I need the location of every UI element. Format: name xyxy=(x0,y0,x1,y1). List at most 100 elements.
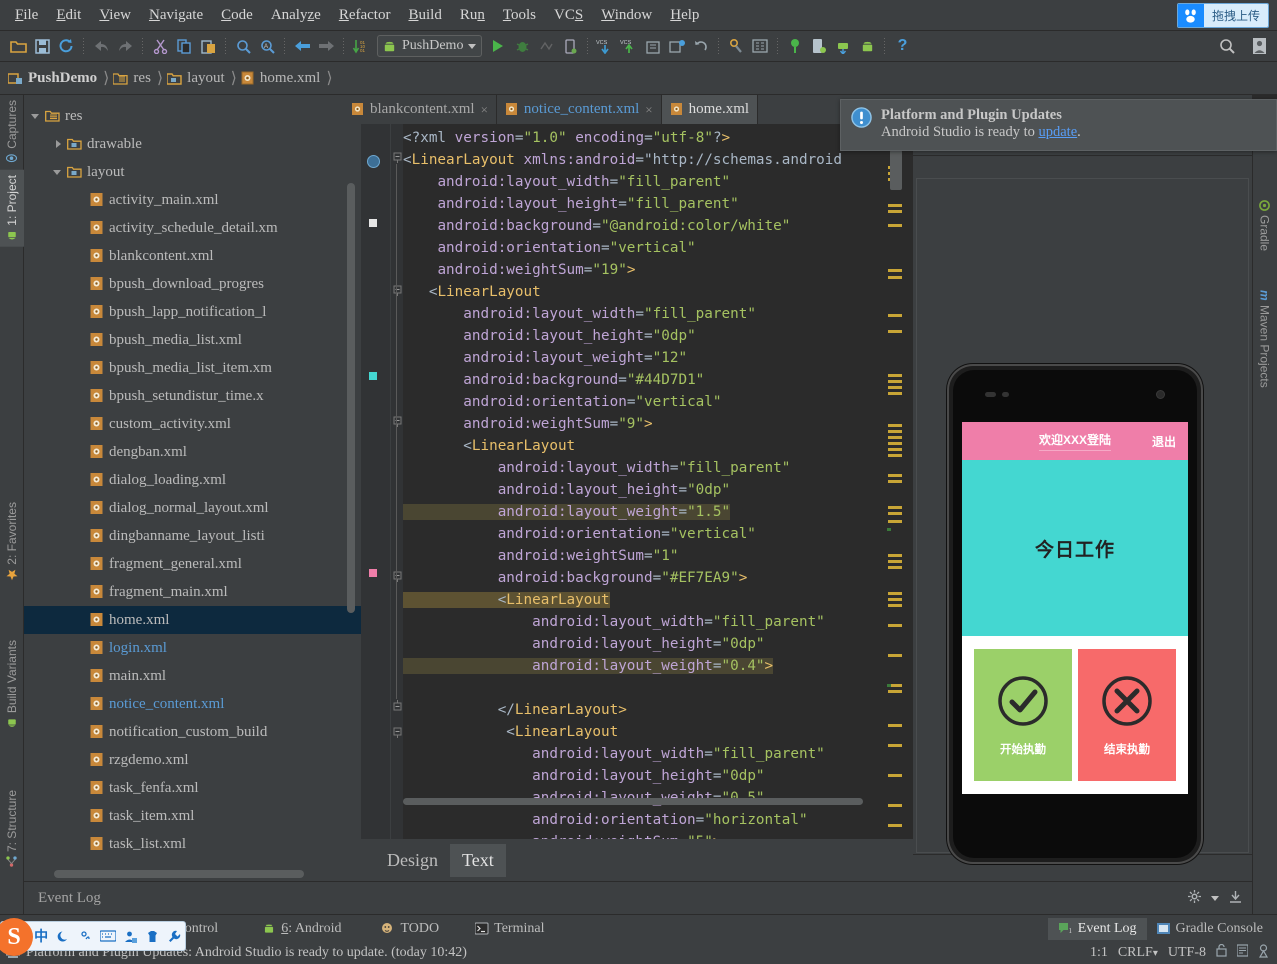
editor-warning-marker[interactable] xyxy=(888,560,902,563)
tree-item[interactable]: activity_schedule_detail.xm xyxy=(24,214,361,242)
forward-icon[interactable] xyxy=(315,35,337,57)
tree-item[interactable]: rzgdemo.xml xyxy=(24,746,361,774)
editor-warning-marker[interactable] xyxy=(888,330,902,333)
editor-warning-marker[interactable] xyxy=(888,520,902,523)
vcs-commit-icon[interactable]: VCS xyxy=(618,35,640,57)
tree-item[interactable]: dingbanname_layout_listi xyxy=(24,522,361,550)
tree-item[interactable]: notification_custom_build xyxy=(24,718,361,746)
chevron-down-icon[interactable] xyxy=(468,43,477,49)
editor-warning-marker[interactable] xyxy=(888,269,902,272)
ime-toolbar[interactable]: S 中 xyxy=(0,918,186,956)
editor-warning-marker[interactable] xyxy=(888,592,902,595)
editor-warning-marker[interactable] xyxy=(888,804,902,807)
editor-warning-marker[interactable] xyxy=(888,454,902,457)
save-all-icon[interactable] xyxy=(31,35,53,57)
start-duty-button[interactable]: 开始执勤 xyxy=(974,649,1072,781)
lock-icon[interactable] xyxy=(1216,943,1227,962)
class-marker-icon[interactable] xyxy=(367,155,380,168)
tab-text[interactable]: Text xyxy=(450,843,506,877)
undo-icon[interactable] xyxy=(90,35,112,57)
sync-icon[interactable] xyxy=(55,35,77,57)
tree-item[interactable]: bpush_lapp_notification_l xyxy=(24,298,361,326)
sidebar-item-maven[interactable]: m Maven Projects xyxy=(1252,285,1277,392)
line-separator[interactable]: CRLF▾ xyxy=(1118,945,1158,961)
color-swatch-teal[interactable] xyxy=(369,372,377,380)
menu-navigate[interactable]: Navigate xyxy=(140,4,212,27)
twisty-open-icon[interactable] xyxy=(30,110,43,123)
sidebar-item-gradle[interactable]: Gradle xyxy=(1252,195,1277,256)
editor-tab-notice-content[interactable]: notice_content.xml × xyxy=(497,95,662,124)
tree-item[interactable]: activity_main.xml xyxy=(24,186,361,214)
color-swatch-pink[interactable] xyxy=(369,569,377,577)
editor-gutter[interactable] xyxy=(361,124,391,849)
tree-item[interactable]: dialog_loading.xml xyxy=(24,466,361,494)
breadcrumb-item-layout[interactable]: layout xyxy=(167,70,229,87)
breadcrumb-item-res[interactable]: res xyxy=(113,70,155,87)
tree-item[interactable]: dialog_normal_layout.xml xyxy=(24,494,361,522)
editor-warning-marker[interactable] xyxy=(888,314,902,317)
tree-item[interactable]: main.xml xyxy=(24,662,361,690)
find-icon[interactable] xyxy=(232,35,254,57)
revert-icon[interactable] xyxy=(690,35,712,57)
sidebar-item-structure[interactable]: 7: Structure xyxy=(0,785,24,872)
menu-code[interactable]: Code xyxy=(212,4,262,27)
editor-warning-marker[interactable] xyxy=(888,392,902,395)
coverage-icon[interactable] xyxy=(535,35,557,57)
editor-warning-marker[interactable] xyxy=(888,380,902,383)
end-duty-button[interactable]: 结束执勤 xyxy=(1078,649,1176,781)
android-sync-icon[interactable] xyxy=(832,35,854,57)
degree-icon[interactable] xyxy=(76,926,96,947)
tree-item[interactable]: fragment_main.xml xyxy=(24,578,361,606)
project-tree-hscrollbar[interactable] xyxy=(54,870,304,878)
vcs-update-icon[interactable]: VCS xyxy=(594,35,616,57)
code-editor[interactable]: <?xml version="1.0" encoding="utf-8"?> <… xyxy=(361,124,913,849)
sdk-manager-icon[interactable] xyxy=(725,35,747,57)
user-icon[interactable] xyxy=(1248,35,1270,57)
layout-inspector-icon[interactable] xyxy=(784,35,806,57)
editor-warning-marker[interactable] xyxy=(888,224,902,227)
user-icon[interactable] xyxy=(120,926,140,947)
editor-scrollbar-thumb[interactable] xyxy=(890,150,902,190)
skin-icon[interactable] xyxy=(142,926,162,947)
logout-button[interactable]: 退出 xyxy=(1152,433,1176,450)
hide-icon[interactable] xyxy=(1229,890,1242,906)
tab-design[interactable]: Design xyxy=(375,844,450,877)
device-monitor-icon[interactable] xyxy=(808,35,830,57)
menu-view[interactable]: View xyxy=(90,4,140,27)
tree-item[interactable]: fragment_general.xml xyxy=(24,550,361,578)
tool-tab-gradle-console[interactable]: Gradle Console xyxy=(1147,918,1273,940)
editor-warning-marker[interactable] xyxy=(888,598,902,601)
editor-warning-marker[interactable] xyxy=(888,442,902,445)
editor-warning-marker[interactable] xyxy=(888,276,902,279)
vcs-diff-icon[interactable] xyxy=(666,35,688,57)
editor-warning-marker[interactable] xyxy=(888,824,902,827)
editor-warning-marker[interactable] xyxy=(888,506,902,509)
attach-debugger-icon[interactable] xyxy=(559,35,581,57)
hector-icon[interactable] xyxy=(1258,943,1269,963)
tool-tab-todo[interactable]: TODO xyxy=(371,918,449,940)
menu-file[interactable]: FFileile xyxy=(6,4,47,27)
avd-manager-icon[interactable] xyxy=(749,35,771,57)
menu-build[interactable]: Build xyxy=(399,4,450,27)
moon-icon[interactable] xyxy=(53,926,73,947)
tree-item[interactable]: blankcontent.xml xyxy=(24,242,361,270)
editor-warning-marker[interactable] xyxy=(888,204,902,207)
twisty-closed-icon[interactable] xyxy=(52,138,65,151)
encoding-selector[interactable]: UTF-8 xyxy=(1168,945,1206,961)
menu-analyze[interactable]: Analyze xyxy=(262,4,330,27)
preview-canvas[interactable]: 欢迎XXX登陆 退出 今日工作 开始执勤 结束执勤 xyxy=(913,155,1252,864)
sort-icon[interactable]: 01 10 01 xyxy=(350,35,372,57)
debug-icon[interactable] xyxy=(511,35,533,57)
breadcrumb-item-file[interactable]: home.xml xyxy=(241,70,324,87)
project-tree-scrollbar[interactable] xyxy=(347,183,355,613)
editor-warning-marker[interactable] xyxy=(888,424,902,427)
tree-item[interactable]: task_list.xml xyxy=(24,830,361,858)
device-screen[interactable]: 欢迎XXX登陆 退出 今日工作 开始执勤 结束执勤 xyxy=(962,422,1188,794)
editor-warning-marker[interactable] xyxy=(888,690,902,693)
editor-marker-bar[interactable] xyxy=(885,124,903,849)
inspections-icon[interactable] xyxy=(1236,944,1249,962)
editor-warning-marker[interactable] xyxy=(888,744,902,747)
editor-warning-marker[interactable] xyxy=(888,474,902,477)
tree-item[interactable]: bpush_media_list_item.xm xyxy=(24,354,361,382)
paste-icon[interactable] xyxy=(197,35,219,57)
